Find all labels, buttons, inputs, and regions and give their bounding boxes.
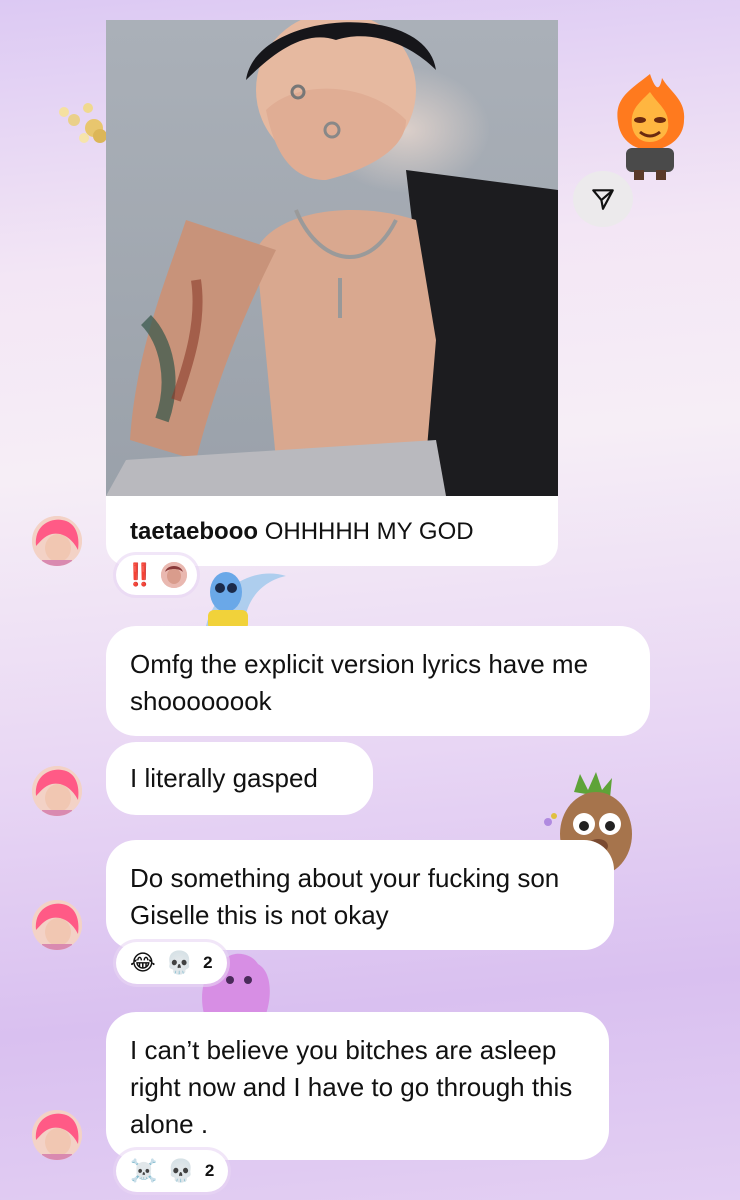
- message-bubble[interactable]: Omfg the explicit version lyrics have me…: [106, 626, 650, 736]
- sender-avatar[interactable]: [32, 516, 82, 566]
- message-bubble[interactable]: Do something about your fucking son Gise…: [106, 840, 614, 950]
- reaction-count: 2: [204, 1161, 215, 1180]
- message-text: Do something about your fucking son Gise…: [130, 863, 560, 930]
- skull-emoji: 💀: [165, 950, 194, 975]
- reactor-avatar: [161, 562, 188, 588]
- laughing-emoji: 😂: [130, 950, 156, 975]
- sender-avatar[interactable]: [32, 766, 82, 816]
- message-text: I can’t believe you bitches are asleep r…: [130, 1035, 573, 1139]
- shared-post-username[interactable]: taetaebooo: [130, 518, 258, 545]
- message-text: Omfg the explicit version lyrics have me…: [130, 649, 589, 716]
- reaction-count: 2: [203, 953, 213, 972]
- message-reaction-pill[interactable]: ☠️ 💀 2: [116, 1150, 229, 1192]
- fire-character-sticker: [600, 70, 700, 182]
- sender-avatar[interactable]: [32, 900, 82, 950]
- shared-post-caption-text: OHHHHH MY GOD: [264, 518, 474, 545]
- double-exclamation-emoji: ‼️: [126, 562, 154, 587]
- message-bubble[interactable]: I literally gasped: [106, 742, 373, 815]
- paper-plane-icon: [592, 189, 614, 210]
- message-bubble[interactable]: I can’t believe you bitches are asleep r…: [106, 1012, 609, 1160]
- shared-post-image[interactable]: [106, 20, 558, 496]
- popcorn-sticker: [50, 96, 110, 154]
- shared-post-card[interactable]: taetaebooo OHHHHH MY GOD: [106, 20, 558, 566]
- skull-emoji: 💀: [167, 1158, 195, 1183]
- shared-post-caption: taetaebooo OHHHHH MY GOD: [130, 518, 474, 546]
- message-text: I literally gasped: [130, 763, 318, 793]
- share-button[interactable]: [573, 171, 633, 227]
- blue-water-character-sticker: [196, 566, 296, 632]
- skull-crossbones-emoji: ☠️: [130, 1158, 158, 1183]
- message-reaction-pill[interactable]: 😂 💀 2: [116, 942, 227, 984]
- sender-avatar[interactable]: [32, 1110, 82, 1160]
- post-reaction-pill[interactable]: ‼️: [116, 555, 198, 595]
